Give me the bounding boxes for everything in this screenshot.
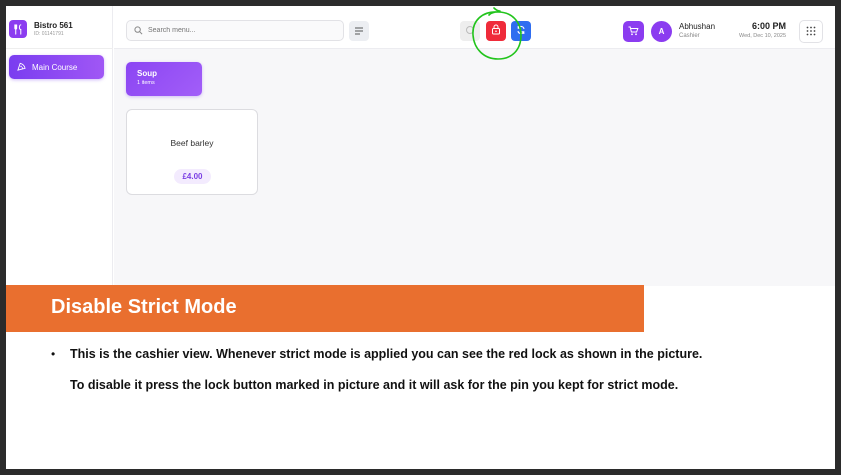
fork-knife-icon [9, 20, 27, 38]
grid-icon [806, 23, 816, 41]
annotation-circle [472, 7, 522, 60]
list-view-button[interactable] [349, 21, 369, 41]
clock-time: 6:00 PM [751, 21, 786, 31]
top-bar: A Abhushan Cashier 6:00 PM Wed, Dec 10, … [114, 6, 835, 60]
user-info: Abhushan Cashier [679, 22, 715, 41]
lines-icon [354, 22, 364, 40]
clock-date: Wed, Dec 10, 2025 [739, 33, 786, 39]
user-name: Abhushan [679, 22, 716, 31]
slide: Bistro 561 ID: 01141791 Main Course Sear… [6, 6, 835, 469]
category-name: Soup [137, 69, 157, 78]
menu-item-card[interactable]: Beef barley £4.00 [126, 109, 258, 195]
pizza-icon [17, 58, 26, 76]
avatar[interactable]: A [651, 21, 672, 42]
search-icon [134, 22, 143, 40]
search-box[interactable] [126, 20, 344, 41]
search-input[interactable] [148, 27, 328, 34]
brand: Bistro 561 ID: 01141791 [9, 20, 73, 38]
cart-button[interactable] [623, 21, 644, 42]
brand-id: ID: 01141791 [34, 30, 64, 37]
slide-title: Disable Strict Mode [51, 296, 237, 318]
sidebar-item-label: Main Course [32, 62, 78, 72]
item-name: Beef barley [170, 138, 214, 148]
category-count: 1 items [137, 80, 155, 86]
clock: 6:00 PM Wed, Dec 10, 2025 [720, 21, 786, 41]
brand-name: Bistro 561 [34, 20, 73, 30]
bullet-marker: • [51, 347, 56, 361]
apps-menu-button[interactable] [799, 20, 823, 43]
instruction-line-1: This is the cashier view. Whenever stric… [70, 347, 703, 361]
category-card-soup[interactable]: Soup 1 items [126, 62, 202, 96]
instruction-line-2: To disable it press the lock button mark… [70, 378, 679, 392]
user-role: Cashier [679, 33, 700, 39]
cart-icon [628, 23, 639, 41]
main-content: A Abhushan Cashier 6:00 PM Wed, Dec 10, … [114, 6, 835, 286]
sidebar: Bistro 561 ID: 01141791 Main Course [6, 6, 113, 286]
sidebar-item-main-course[interactable]: Main Course [9, 55, 104, 79]
title-banner: Disable Strict Mode [6, 285, 644, 332]
item-price: £4.00 [174, 169, 211, 184]
sidebar-divider [6, 48, 113, 49]
